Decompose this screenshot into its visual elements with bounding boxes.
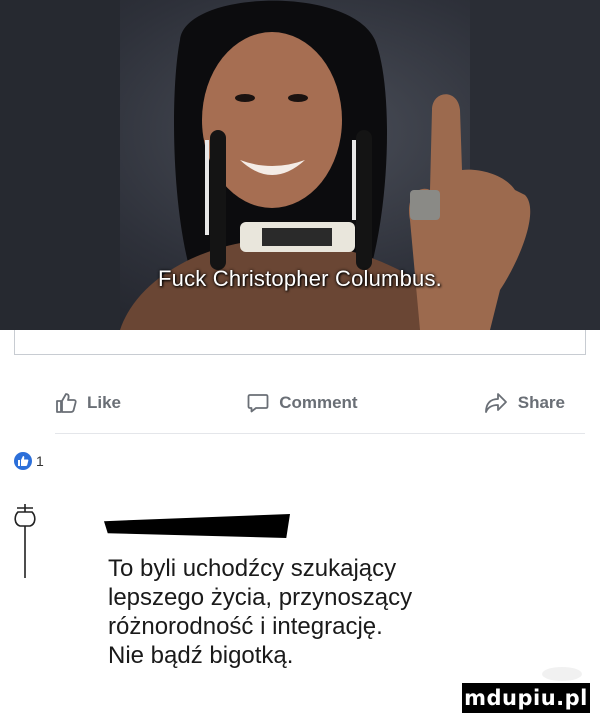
share-arrow-icon: [484, 392, 508, 414]
share-label: Share: [517, 393, 565, 412]
share-button[interactable]: Share: [484, 392, 565, 414]
watermark-decoration: [542, 667, 582, 681]
comment-text: To byli uchodźcy szukający lepszego życi…: [108, 555, 413, 669]
post-actions-bar: Like Comment Share: [55, 383, 565, 423]
site-watermark: mdupiu.pl: [462, 683, 590, 713]
speech-bubble-icon: [247, 392, 269, 414]
post-photo[interactable]: Fuck Christopher Columbus.: [0, 0, 600, 330]
reaction-summary[interactable]: 1: [14, 452, 44, 470]
rope-avatar-icon[interactable]: [12, 502, 38, 585]
like-badge-icon: [14, 452, 32, 470]
comment-button[interactable]: Comment: [247, 392, 358, 414]
like-label: Like: [87, 393, 122, 412]
like-button[interactable]: Like: [55, 392, 121, 414]
actions-divider: [55, 433, 585, 434]
post-frame: [14, 330, 586, 355]
reaction-count: 1: [36, 453, 44, 469]
thumbs-up-icon: [55, 392, 77, 414]
comment-label: Comment: [279, 393, 358, 412]
redacted-username: [104, 514, 290, 538]
photo-caption: Fuck Christopher Columbus.: [158, 266, 442, 291]
